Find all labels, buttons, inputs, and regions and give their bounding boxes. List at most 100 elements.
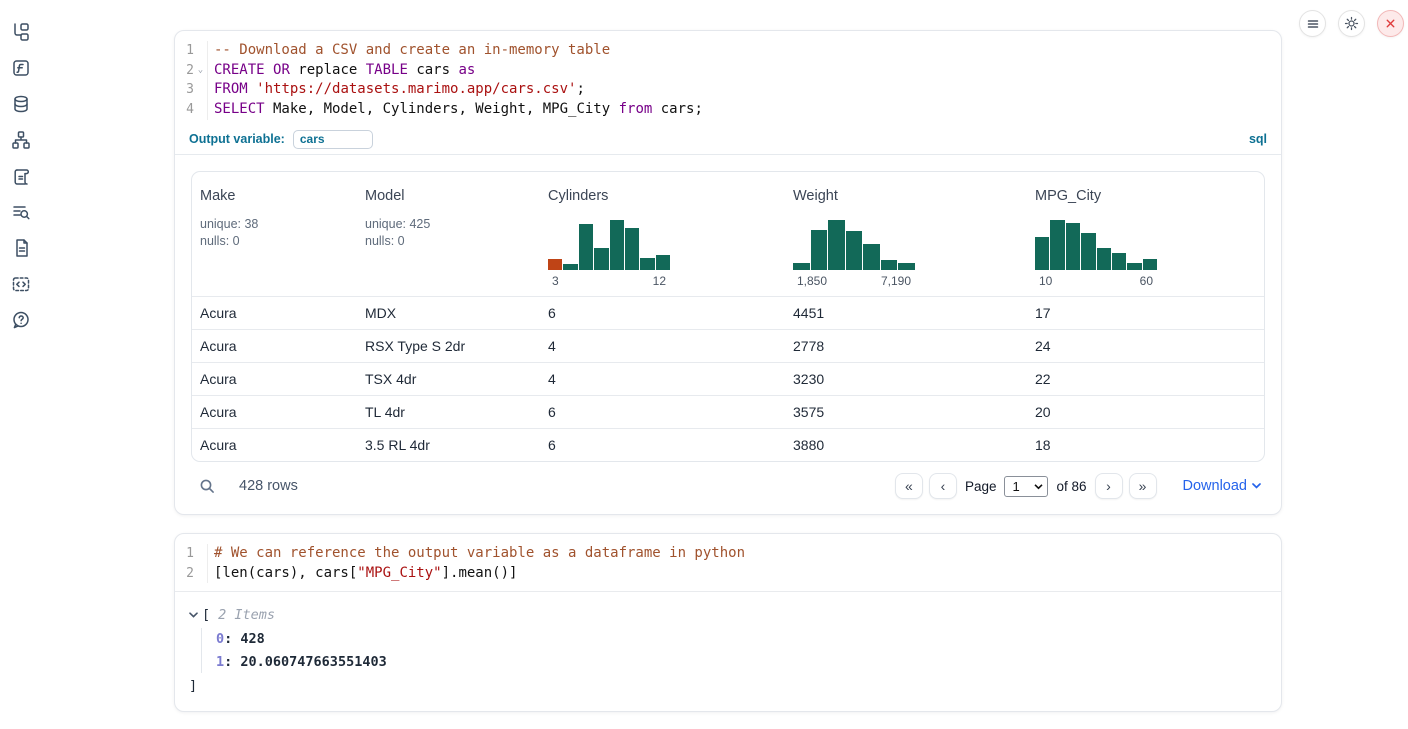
search-icon[interactable]: [199, 478, 216, 495]
line-number: 1: [175, 544, 194, 564]
datasources-icon[interactable]: [11, 94, 31, 114]
documentation-icon[interactable]: [11, 238, 31, 258]
histogram-bar: [594, 248, 608, 270]
table-cell: 6: [540, 305, 785, 321]
histogram-max-label: 7,190: [881, 274, 911, 288]
table-cell: 6: [540, 437, 785, 453]
code-line: 3FROM 'https://datasets.marimo.app/cars.…: [175, 80, 1281, 100]
pagination: « ‹ Page 1 of 86 › » Download: [895, 473, 1261, 499]
download-label: Download: [1183, 478, 1248, 494]
bracket-open: [: [202, 605, 210, 625]
fold-chevron-icon[interactable]: ⌄: [194, 61, 208, 81]
column-title: MPG_City: [1035, 186, 1256, 206]
line-number: 1: [175, 41, 194, 61]
table-cell: RSX Type S 2dr: [357, 338, 540, 354]
table-cell: TL 4dr: [357, 404, 540, 420]
first-page-button[interactable]: «: [895, 473, 923, 499]
histogram-bar: [828, 220, 845, 270]
histogram-bar: [1035, 237, 1049, 270]
item-index: 0: [216, 631, 224, 647]
line-number: 2: [175, 61, 194, 81]
table-cell: Acura: [192, 338, 357, 354]
table-cell: Acura: [192, 305, 357, 321]
table-row[interactable]: AcuraTL 4dr6357520: [192, 395, 1264, 428]
language-badge: sql: [1249, 132, 1267, 146]
histogram-max-label: 12: [653, 274, 666, 288]
table-header: Makeunique: 38nulls: 0Modelunique: 425nu…: [192, 172, 1264, 296]
table-cell: 3.5 RL 4dr: [357, 437, 540, 453]
tree-collapse-toggle[interactable]: [ 2 Items: [189, 605, 1281, 625]
column-stat: nulls: 0: [365, 233, 532, 250]
column-header-make[interactable]: Makeunique: 38nulls: 0: [192, 172, 357, 296]
code-text: -- Download a CSV and create an in-memor…: [208, 41, 610, 61]
code-text: FROM 'https://datasets.marimo.app/cars.c…: [208, 80, 585, 100]
column-header-model[interactable]: Modelunique: 425nulls: 0: [357, 172, 540, 296]
python-cell: 1# We can reference the output variable …: [174, 533, 1282, 712]
histogram-bar: [1143, 259, 1157, 270]
download-button[interactable]: Download: [1183, 478, 1262, 494]
histogram-bar: [863, 244, 880, 270]
table-cell: 3880: [785, 437, 1027, 453]
column-header-mpg_city[interactable]: MPG_City1060: [1027, 172, 1264, 296]
code-text: SELECT Make, Model, Cylinders, Weight, M…: [208, 100, 703, 120]
histogram-bar: [1050, 220, 1064, 270]
table-cell: 17: [1027, 305, 1264, 321]
page-select[interactable]: 1: [1004, 476, 1048, 497]
output-variable-label: Output variable:: [189, 132, 285, 146]
python-code-editor[interactable]: 1# We can reference the output variable …: [175, 534, 1281, 583]
page-select-value: 1: [1012, 479, 1019, 494]
table-cell: Acura: [192, 404, 357, 420]
table-cell: 18: [1027, 437, 1264, 453]
fold-gutter: [194, 80, 208, 100]
sql-cell: 1 -- Download a CSV and create an in-memo…: [174, 30, 1282, 515]
line-number: 2: [175, 564, 194, 584]
last-page-button[interactable]: »: [1129, 473, 1157, 499]
tree-entries: 0: 4281: 20.060747663551403: [201, 628, 1281, 673]
histogram-bar: [625, 228, 639, 270]
next-page-button[interactable]: ›: [1095, 473, 1123, 499]
close-button[interactable]: [1377, 10, 1404, 37]
histogram-bar: [1127, 263, 1141, 270]
histogram-bar: [1097, 248, 1111, 270]
output-variable-input[interactable]: [293, 130, 373, 149]
line-number: 4: [175, 100, 194, 120]
code-line: 4 SELECT Make, Model, Cylinders, Weight, …: [175, 100, 1281, 120]
code-line: 1# We can reference the output variable …: [175, 544, 1281, 564]
snippets-icon[interactable]: [11, 274, 31, 294]
data-table: Makeunique: 38nulls: 0Modelunique: 425nu…: [191, 171, 1265, 462]
histogram-max-label: 60: [1140, 274, 1153, 288]
code-text: [len(cars), cars["MPG_City"].mean()]: [208, 564, 517, 584]
table-cell: 24: [1027, 338, 1264, 354]
column-title: Model: [365, 186, 532, 206]
table-cell: Acura: [192, 371, 357, 387]
table-cell: TSX 4dr: [357, 371, 540, 387]
column-title: Weight: [793, 186, 1019, 206]
code-text: CREATE OR replace TABLE cars as: [208, 61, 475, 81]
table-cell: 4: [540, 371, 785, 387]
table-row[interactable]: AcuraRSX Type S 2dr4277824: [192, 329, 1264, 362]
functions-icon[interactable]: [11, 58, 31, 78]
column-header-weight[interactable]: Weight1,8507,190: [785, 172, 1027, 296]
prev-page-button[interactable]: ‹: [929, 473, 957, 499]
dependency-graph-icon[interactable]: [11, 130, 31, 150]
sql-code-editor[interactable]: 1 -- Download a CSV and create an in-memo…: [175, 31, 1281, 120]
histogram-bar: [811, 230, 828, 270]
code-line: 1 -- Download a CSV and create an in-memo…: [175, 41, 1281, 61]
table-row[interactable]: Acura3.5 RL 4dr6388018: [192, 428, 1264, 461]
page-total-label: of 86: [1056, 479, 1086, 494]
help-icon[interactable]: [11, 310, 31, 330]
item-index: 1: [216, 654, 224, 670]
scratchpad-icon[interactable]: [11, 166, 31, 186]
table-cell: 4: [540, 338, 785, 354]
table-row[interactable]: AcuraTSX 4dr4323022: [192, 362, 1264, 395]
table-row[interactable]: AcuraMDX6445117: [192, 296, 1264, 329]
table-cell: 4451: [785, 305, 1027, 321]
logs-icon[interactable]: [11, 202, 31, 222]
menu-button[interactable]: [1299, 10, 1326, 37]
file-tree-icon[interactable]: [11, 22, 31, 42]
settings-button[interactable]: [1338, 10, 1365, 37]
column-histogram: 312: [548, 217, 670, 288]
column-header-cylinders[interactable]: Cylinders312: [540, 172, 785, 296]
output-list-item: 0: 428: [216, 628, 1281, 651]
histogram-bar: [610, 220, 624, 270]
